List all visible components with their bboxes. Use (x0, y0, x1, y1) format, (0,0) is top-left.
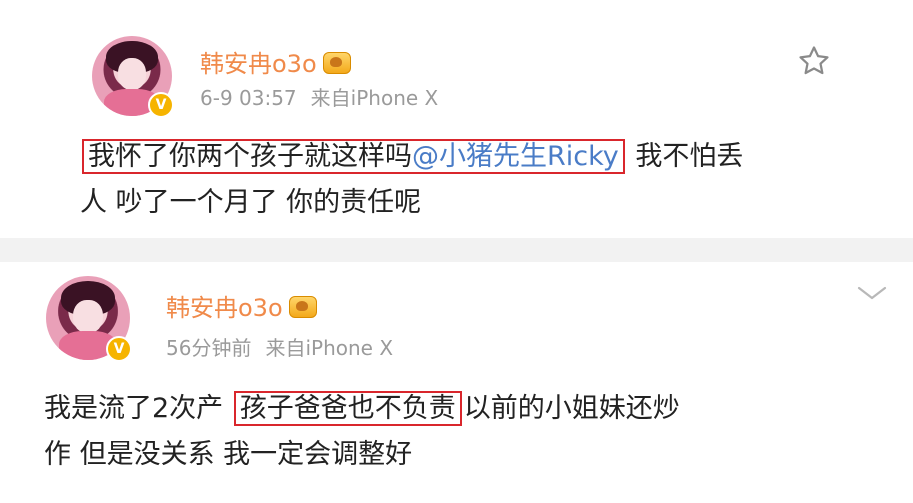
content-line-1: 我是流了2次产 孩子爸爸也不负责 以前的小姐妹还炒 (44, 386, 680, 432)
avatar[interactable]: V (92, 36, 174, 118)
post-meta: 6-9 03:57 来自iPhone X (200, 82, 438, 111)
timestamp: 6-9 03:57 (200, 86, 297, 110)
vip-crown-icon (322, 52, 351, 74)
highlight-box: 我怀了你两个孩子就这样吗@小猪先生Ricky (82, 139, 625, 174)
star-outline-icon[interactable] (797, 44, 831, 78)
verified-v-icon: V (148, 92, 174, 118)
username-text: 韩安冉o3o (200, 50, 317, 78)
content-line-2: 作 但是没关系 我一定会调整好 (44, 439, 413, 470)
content-text: 以前的小姐妹还炒 (463, 393, 680, 424)
post-source: 来自iPhone X (265, 336, 394, 360)
content-text: 我不怕丢 (626, 141, 744, 172)
mention-link[interactable]: @小猪先生Ricky (412, 141, 619, 172)
username[interactable]: 韩安冉o3o (200, 44, 351, 79)
content-line-2: 人 吵了一个月了 你的责任呢 (80, 187, 422, 218)
content-line-1: 我怀了你两个孩子就这样吗@小猪先生Ricky 我不怕丢 (80, 134, 743, 180)
highlighted-text: 我怀了你两个孩子就这样吗 (88, 141, 412, 172)
post-content: 我怀了你两个孩子就这样吗@小猪先生Ricky 我不怕丢 人 吵了一个月了 你的责… (80, 134, 743, 226)
weibo-post-2: V 韩安冉o3o 56分钟前 来自iPhone X 我是流了2次产 孩子爸爸也不负… (0, 262, 913, 503)
post-meta: 56分钟前 来自iPhone X (166, 332, 393, 361)
username[interactable]: 韩安冉o3o (166, 288, 317, 323)
post-source: 来自iPhone X (310, 86, 439, 110)
post-content: 我是流了2次产 孩子爸爸也不负责 以前的小姐妹还炒 作 但是没关系 我一定会调整好 (44, 386, 680, 478)
verified-v-icon: V (106, 336, 132, 362)
weibo-post-1: V 韩安冉o3o 6-9 03:57 来自iPhone X 我怀了你两个孩子就这样… (0, 0, 913, 238)
highlight-box: 孩子爸爸也不负责 (233, 391, 462, 426)
chevron-down-icon[interactable] (855, 282, 889, 304)
username-text: 韩安冉o3o (166, 294, 283, 322)
timestamp: 56分钟前 (166, 336, 252, 360)
post-divider (0, 238, 913, 262)
content-text: 我是流了2次产 (44, 393, 232, 424)
vip-crown-icon (288, 296, 317, 318)
highlighted-text: 孩子爸爸也不负责 (239, 393, 456, 424)
avatar[interactable]: V (46, 276, 132, 362)
